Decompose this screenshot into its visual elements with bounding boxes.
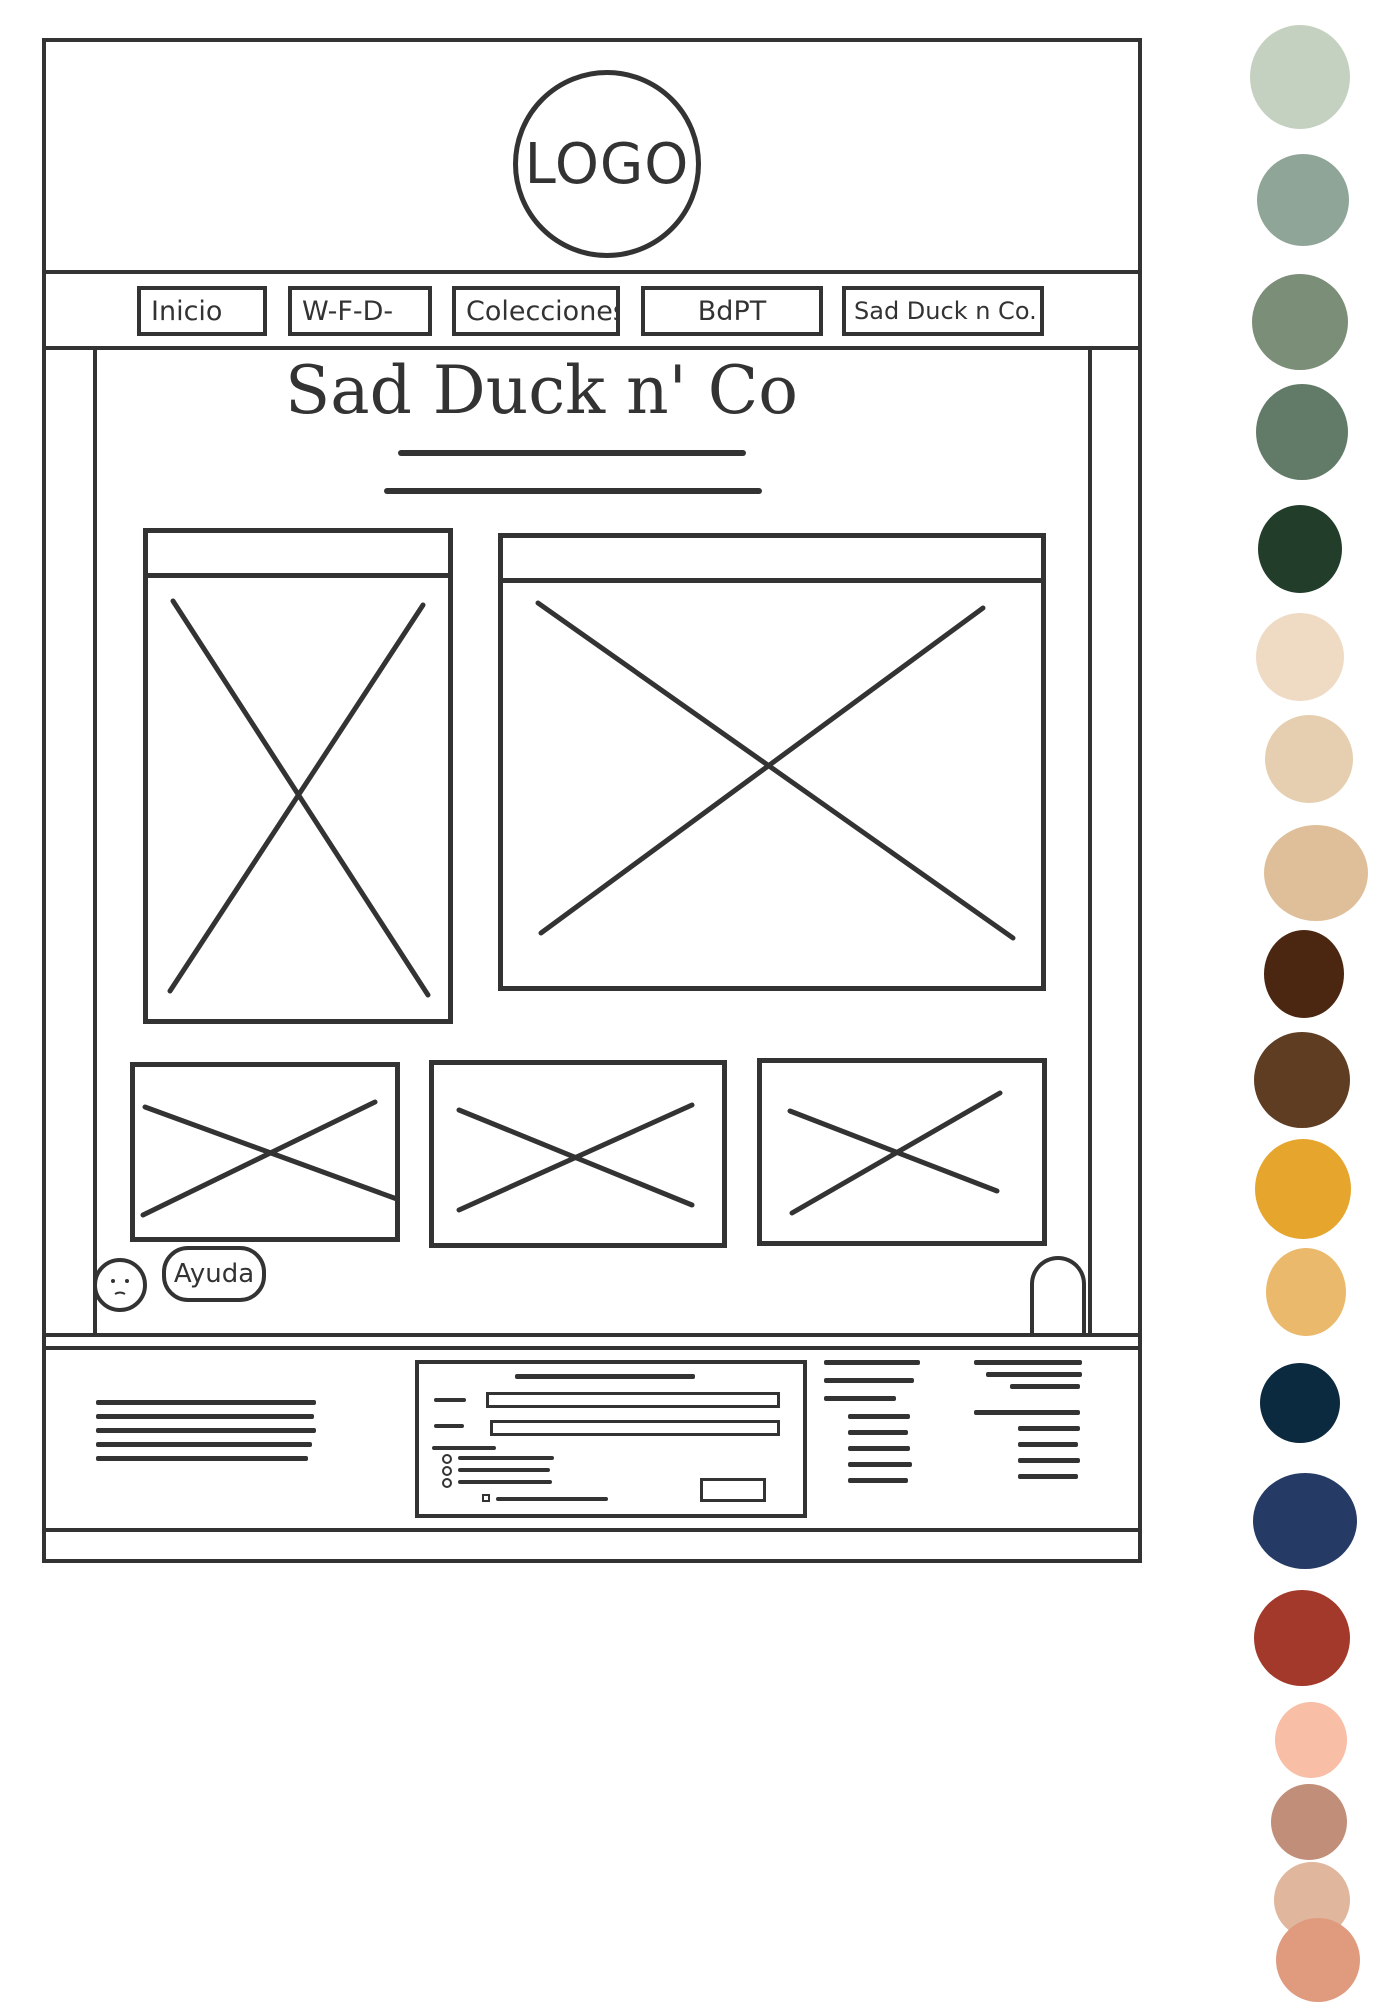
link-line[interactable] — [1018, 1458, 1080, 1463]
text-line — [96, 1428, 316, 1433]
form-option-line — [458, 1468, 550, 1472]
color-swatch — [1276, 1918, 1360, 2002]
link-line[interactable] — [986, 1372, 1082, 1377]
link-line[interactable] — [974, 1410, 1080, 1415]
image-placeholder-small — [130, 1062, 400, 1242]
text-line — [96, 1400, 316, 1405]
form-label-line — [432, 1446, 496, 1450]
text-line — [96, 1456, 308, 1461]
color-swatch — [1264, 930, 1344, 1018]
color-swatch — [1258, 505, 1342, 593]
color-swatch — [1260, 1363, 1340, 1443]
subtitle-underline — [384, 488, 762, 494]
radio-buttons-icon — [442, 1454, 452, 1488]
footer-bottom-divider — [42, 1528, 1142, 1532]
nav-divider — [42, 346, 1142, 350]
logo-text: LOGO — [524, 131, 690, 197]
color-swatch — [1266, 1248, 1346, 1336]
form-checkbox[interactable] — [482, 1494, 490, 1502]
link-line[interactable] — [974, 1360, 1082, 1365]
image-placeholder-small — [757, 1058, 1047, 1246]
color-swatch — [1255, 1139, 1351, 1239]
help-avatar-icon[interactable] — [93, 1258, 147, 1312]
content-right-border — [1088, 350, 1092, 1335]
nav-item-sad-duck[interactable]: Sad Duck n Co. — [842, 286, 1044, 336]
image-placeholder-cross-icon — [140, 1099, 395, 1218]
nav-item-wfd[interactable]: W-F-D- — [288, 286, 432, 336]
link-line[interactable] — [848, 1414, 910, 1419]
color-palette — [1240, 0, 1378, 2002]
color-swatch — [1252, 274, 1348, 370]
color-swatch — [1265, 715, 1353, 803]
form-heading-line — [515, 1374, 695, 1379]
footer-divider — [42, 1346, 1142, 1350]
color-swatch — [1257, 154, 1349, 246]
link-line[interactable] — [848, 1462, 912, 1467]
form-option-line — [458, 1480, 552, 1484]
title-underline — [398, 450, 746, 456]
nav-item-inicio[interactable]: Inicio — [137, 286, 267, 336]
form-radio-group[interactable] — [440, 1454, 454, 1490]
link-line[interactable] — [1010, 1384, 1080, 1389]
text-line — [96, 1442, 312, 1447]
image-placeholder-cross-icon — [456, 1102, 695, 1213]
form-option-line — [458, 1456, 554, 1460]
image-placeholder-small — [429, 1060, 727, 1248]
color-swatch — [1271, 1784, 1347, 1860]
link-line[interactable] — [824, 1378, 914, 1383]
color-swatch — [1250, 25, 1350, 129]
text-line — [96, 1414, 314, 1419]
color-swatch — [1264, 825, 1368, 921]
link-line[interactable] — [848, 1430, 908, 1435]
color-swatch — [1254, 1032, 1350, 1128]
link-line[interactable] — [1018, 1474, 1078, 1479]
footer-divider — [42, 1333, 1142, 1337]
logo[interactable]: LOGO — [513, 70, 701, 258]
image-placeholder-cross-icon — [787, 1090, 1003, 1216]
footer-text-block — [96, 1400, 316, 1470]
link-line[interactable] — [1018, 1442, 1078, 1447]
color-swatch — [1275, 1702, 1347, 1778]
content-left-border — [93, 350, 97, 1335]
form-label-line — [434, 1398, 466, 1402]
footer-links-column — [824, 1360, 924, 1490]
scroll-top-button[interactable] — [1030, 1256, 1086, 1336]
link-line[interactable] — [848, 1446, 910, 1451]
form-label-line — [434, 1424, 464, 1428]
link-line[interactable] — [848, 1478, 908, 1483]
color-swatch — [1256, 384, 1348, 480]
form-submit-button[interactable] — [700, 1478, 766, 1502]
color-swatch — [1256, 613, 1344, 701]
color-swatch — [1254, 1590, 1350, 1686]
color-swatch — [1253, 1473, 1357, 1569]
image-placeholder-tall — [143, 528, 453, 1024]
image-placeholder-wide — [498, 533, 1046, 991]
form-input-name[interactable] — [486, 1392, 780, 1408]
sad-face-icon — [111, 1279, 129, 1295]
link-line[interactable] — [824, 1396, 896, 1401]
link-line[interactable] — [824, 1360, 920, 1365]
header-divider — [42, 270, 1142, 274]
image-placeholder-cross-icon — [167, 598, 431, 998]
nav-item-bdpt[interactable]: BdPT — [641, 286, 823, 336]
image-placeholder-cross-icon — [535, 600, 1016, 941]
footer-links-column — [974, 1360, 1084, 1490]
form-checkbox-label-line — [496, 1497, 608, 1501]
form-input-email[interactable] — [490, 1420, 780, 1436]
link-line[interactable] — [1018, 1426, 1080, 1431]
help-button[interactable]: Ayuda — [162, 1246, 266, 1302]
nav-item-colecciones[interactable]: Colecciones — [452, 286, 620, 336]
page-title: Sad Duck n' Co — [285, 352, 799, 429]
